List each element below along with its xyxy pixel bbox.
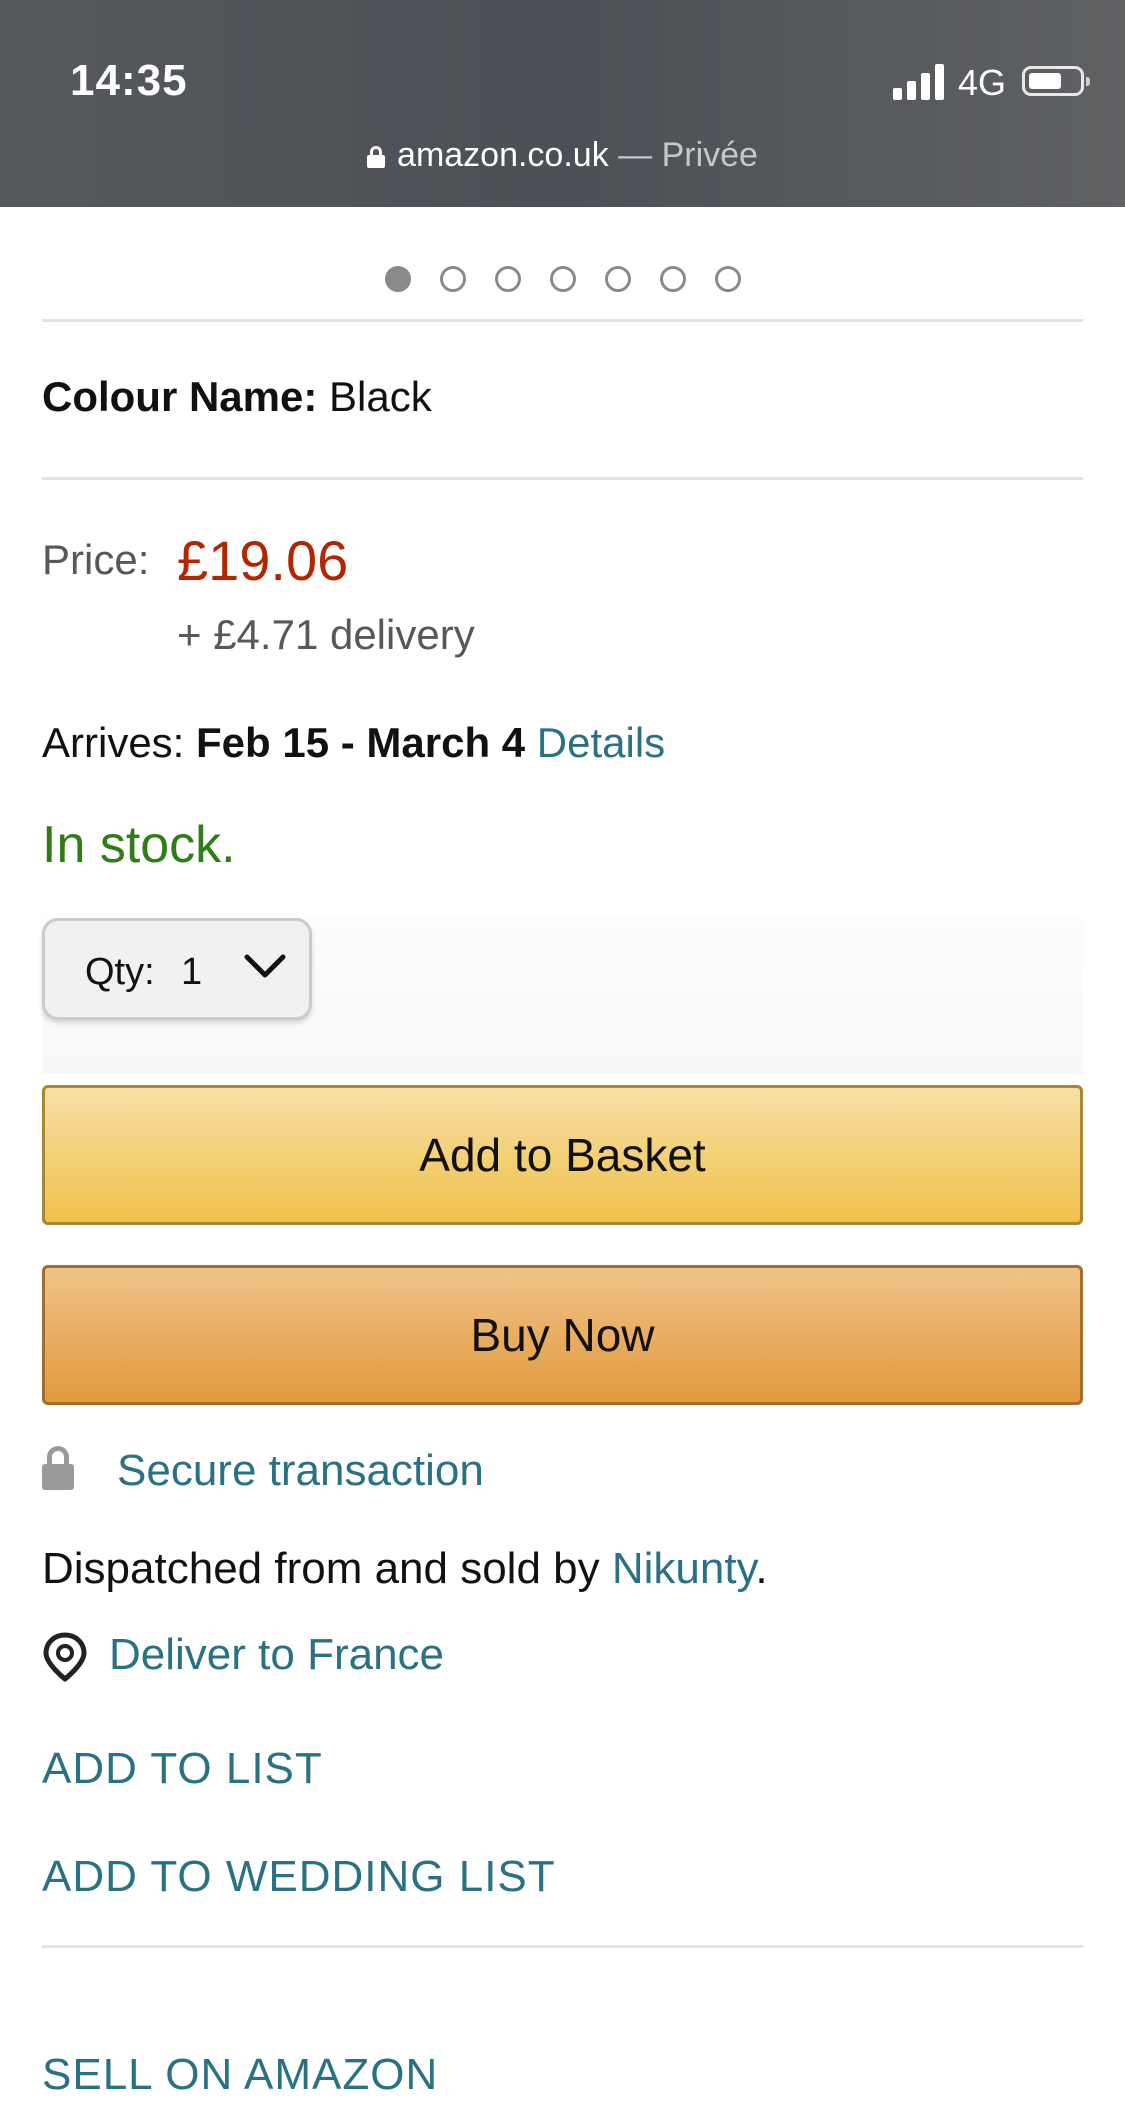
signal-icon: [893, 64, 945, 100]
sell-on-amazon-link[interactable]: SELL ON AMAZON: [42, 2050, 438, 2100]
seller-suffix: .: [755, 1544, 768, 1593]
url-domain: amazon.co.uk: [397, 136, 609, 174]
image-carousel-dots: [0, 266, 1125, 292]
price-value: £19.06: [177, 529, 349, 592]
seller-link[interactable]: Nikunty: [612, 1544, 755, 1593]
private-mode-label: — Privée: [608, 136, 758, 174]
stock-status: In stock.: [42, 816, 236, 874]
lock-icon: [367, 146, 386, 168]
add-to-basket-button[interactable]: Add to Basket: [42, 1085, 1083, 1225]
chevron-down-icon: [244, 954, 286, 978]
arrives-label: Arrives:: [42, 719, 197, 766]
arrival-dates: Feb 15 - March 4: [196, 719, 526, 766]
carousel-dot[interactable]: [659, 266, 686, 292]
battery-icon: [1022, 66, 1090, 96]
carousel-dot[interactable]: [549, 266, 576, 292]
status-bar: 14:35 4G amazon.co.uk — Privée: [0, 0, 1125, 207]
carousel-dot[interactable]: [439, 266, 466, 292]
quantity-label: Qty:: [85, 951, 155, 993]
secure-transaction-link[interactable]: Secure transaction: [117, 1446, 484, 1496]
carousel-dot[interactable]: [494, 266, 521, 292]
divider: [42, 319, 1083, 322]
network-type: 4G: [958, 62, 1007, 103]
add-to-wedding-list-link[interactable]: ADD TO WEDDING LIST: [42, 1852, 556, 1902]
delivery-cost: + £4.71 delivery: [177, 611, 475, 658]
lock-icon: [42, 1446, 74, 1490]
colour-value: Black: [317, 373, 432, 420]
carousel-dot[interactable]: [714, 266, 741, 292]
colour-label: Colour Name:: [42, 373, 318, 420]
url-bar[interactable]: amazon.co.uk — Privée: [0, 136, 1125, 175]
quantity-value: 1: [181, 951, 203, 993]
details-link[interactable]: Details: [537, 719, 665, 766]
carousel-dot[interactable]: [384, 266, 411, 292]
colour-name-row: Colour Name: Black: [42, 373, 432, 421]
buy-now-button[interactable]: Buy Now: [42, 1265, 1083, 1405]
add-to-list-link[interactable]: ADD TO LIST: [42, 1744, 323, 1794]
clock: 14:35: [70, 56, 188, 105]
location-pin-icon: [43, 1632, 87, 1682]
arrival-row: Arrives: Feb 15 - March 4 Details: [42, 719, 665, 767]
seller-info: Dispatched from and sold by Nikunty.: [42, 1544, 768, 1594]
divider: [42, 1945, 1083, 1948]
quantity-select[interactable]: Qty: 1: [42, 918, 312, 1020]
divider: [42, 477, 1083, 480]
price-label: Price:: [42, 536, 150, 583]
carousel-dot[interactable]: [604, 266, 631, 292]
seller-prefix: Dispatched from and sold by: [42, 1544, 612, 1593]
deliver-to-link[interactable]: Deliver to France: [109, 1630, 444, 1680]
